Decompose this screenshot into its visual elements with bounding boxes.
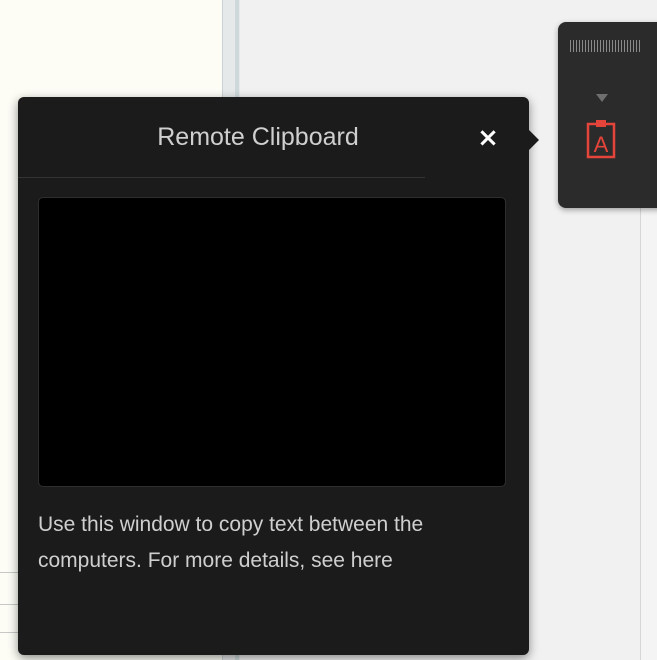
close-button[interactable]: × — [477, 125, 499, 151]
popup-pointer — [529, 130, 539, 150]
clipboard-icon-letter: A — [594, 132, 609, 157]
help-link[interactable]: here — [351, 549, 393, 572]
help-text: Use this window to copy text between the… — [38, 507, 518, 579]
grip-handle-icon[interactable] — [570, 40, 640, 52]
dropdown-arrow-icon[interactable] — [596, 94, 608, 102]
background-right-edge — [640, 200, 657, 660]
remote-toolbar: A — [558, 22, 657, 208]
clipboard-icon[interactable]: A — [586, 119, 616, 159]
remote-clipboard-popup: Remote Clipboard × Use this window to co… — [18, 97, 539, 655]
popup-title: Remote Clipboard — [157, 123, 359, 151]
clipboard-text-area[interactable] — [38, 197, 506, 487]
clipboard-icon-graphic: A — [586, 120, 616, 159]
